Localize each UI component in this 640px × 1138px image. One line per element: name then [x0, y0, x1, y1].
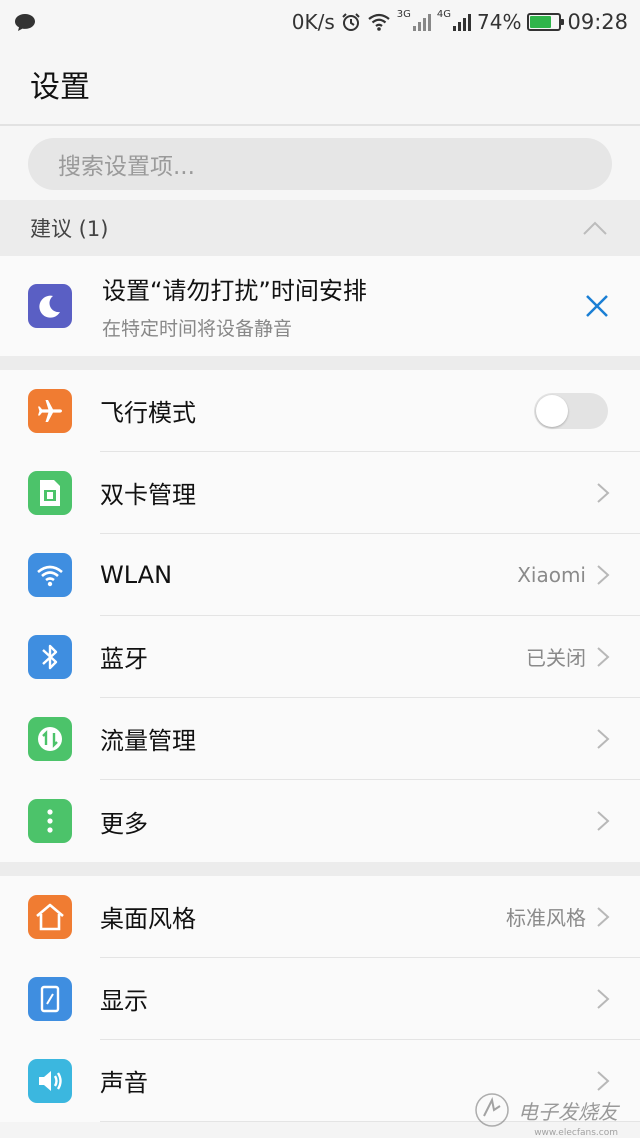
setting-label: 双卡管理: [100, 481, 196, 509]
signal-icon: [412, 13, 431, 31]
signal-icon-2: [453, 13, 472, 31]
setting-airplane-mode[interactable]: 飞行模式: [0, 370, 640, 452]
suggestion-dnd[interactable]: 设置“请勿打扰”时间安排 在特定时间将设备静音: [0, 256, 640, 356]
setting-label: 更多: [100, 809, 148, 838]
setting-wlan[interactable]: WLAN Xiaomi: [0, 534, 640, 616]
airplane-mode-toggle[interactable]: [534, 392, 608, 429]
clock: 09:28: [567, 10, 628, 34]
chevron-right-icon: [597, 728, 610, 749]
chevron-up-icon[interactable]: [582, 220, 608, 236]
search-placeholder: 搜索设置项...: [58, 154, 195, 180]
message-icon: [15, 14, 35, 31]
elecfans-logo-icon: [475, 1093, 509, 1127]
setting-label: 流量管理: [100, 727, 196, 755]
watermark-url: www.elecfans.com: [534, 1128, 618, 1138]
suggestion-title: 设置“请勿打扰”时间安排: [102, 277, 367, 305]
setting-dual-sim[interactable]: 双卡管理: [0, 452, 640, 534]
chevron-right-icon: [597, 988, 610, 1009]
data-usage-icon: [28, 717, 72, 761]
settings-group-display: 桌面风格 标准风格 显示 声音: [0, 876, 640, 1122]
page-header: 设置: [0, 44, 640, 126]
suggestions-title: 建议 (1): [30, 217, 109, 241]
setting-label: WLAN: [100, 560, 173, 589]
setting-value: Xiaomi: [517, 562, 586, 587]
more-icon: [28, 799, 72, 843]
speaker-icon: [28, 1059, 72, 1103]
net-4g-label: 4G: [436, 8, 452, 20]
search-input[interactable]: 搜索设置项...: [28, 138, 612, 190]
home-icon: [28, 895, 72, 939]
setting-value: 已关闭: [526, 646, 586, 670]
chevron-right-icon: [597, 646, 610, 667]
setting-value: 标准风格: [506, 906, 586, 930]
alarm-icon: [342, 13, 360, 31]
suggestions-header[interactable]: 建议 (1): [0, 200, 640, 256]
setting-label: 显示: [100, 987, 148, 1015]
setting-label: 飞行模式: [100, 399, 196, 427]
close-icon[interactable]: [584, 293, 610, 319]
battery-icon: [527, 13, 565, 31]
setting-bluetooth[interactable]: 蓝牙 已关闭: [0, 616, 640, 698]
watermark: 电子发烧友 www.elecfans.com: [472, 1090, 618, 1138]
settings-group-connectivity: 飞行模式 双卡管理 WLAN Xiaomi 蓝牙 已关闭 流量管理 更多: [0, 370, 640, 862]
chevron-right-icon: [597, 564, 610, 585]
display-icon: [28, 977, 72, 1021]
chevron-right-icon: [597, 811, 610, 831]
wifi-icon: [28, 553, 72, 597]
chevron-right-icon: [597, 1070, 610, 1091]
sim-card-icon: [28, 471, 72, 515]
airplane-icon: [28, 389, 72, 433]
toggle-knob: [536, 394, 568, 427]
status-bar: 0K/s 3G 4G 74% 09:28: [0, 0, 640, 44]
search-container: 搜索设置项...: [0, 126, 640, 200]
battery-percent: 74%: [477, 10, 522, 34]
net-speed: 0K/s: [291, 10, 335, 34]
moon-icon: [28, 284, 72, 328]
setting-display[interactable]: 显示: [0, 958, 640, 1040]
wifi-icon: [368, 13, 390, 31]
bluetooth-icon: [28, 635, 72, 679]
setting-data-usage[interactable]: 流量管理: [0, 698, 640, 780]
net-3g-label: 3G: [396, 8, 411, 20]
watermark-text: 电子发烧友: [518, 1099, 618, 1124]
section-divider: [0, 862, 640, 876]
suggestion-subtitle: 在特定时间将设备静音: [102, 318, 293, 340]
setting-label: 桌面风格: [100, 905, 196, 933]
setting-more[interactable]: 更多: [0, 780, 640, 862]
chevron-right-icon: [597, 906, 610, 927]
section-divider: [0, 356, 640, 370]
page-title: 设置: [30, 70, 90, 105]
setting-home-style[interactable]: 桌面风格 标准风格: [0, 876, 640, 958]
setting-label: 蓝牙: [100, 645, 148, 673]
chevron-right-icon: [597, 482, 610, 503]
